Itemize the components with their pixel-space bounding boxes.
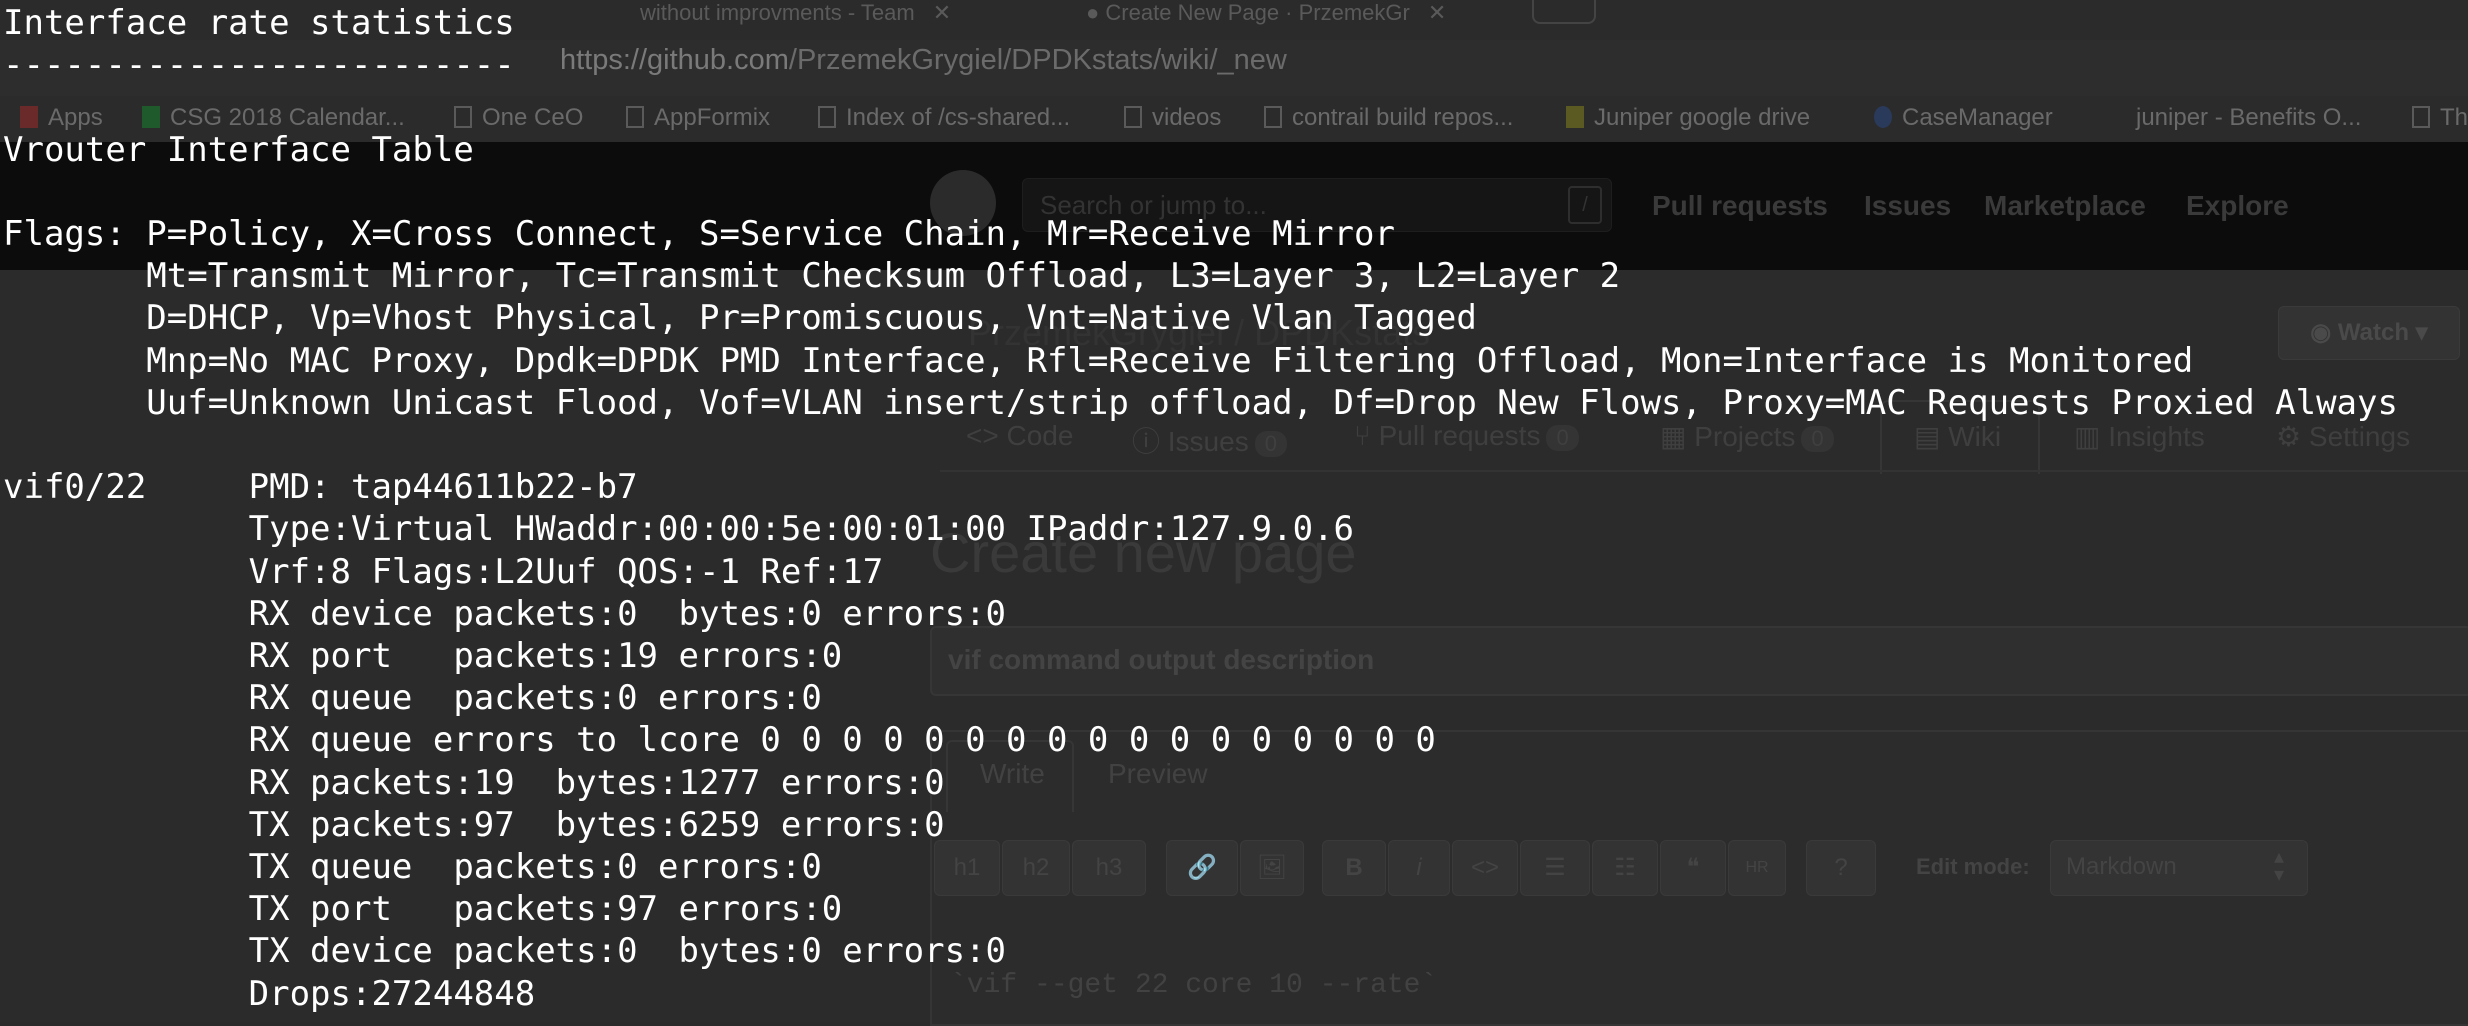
terminal-line: Flags: P=Policy, X=Cross Connect, S=Serv… bbox=[3, 214, 1395, 254]
terminal-line: TX packets:97 bytes:6259 errors:0 bbox=[3, 804, 945, 845]
terminal-line: Mt=Transmit Mirror, Tc=Transmit Checksum… bbox=[3, 256, 1621, 297]
terminal-line: TX queue packets:0 errors:0 bbox=[3, 847, 822, 887]
terminal-line: Type:Virtual HWaddr:00:00:5e:00:01:00 IP… bbox=[3, 509, 1355, 550]
terminal-line: RX queue packets:0 errors:0 bbox=[3, 678, 822, 719]
terminal-line: Vrf:8 Flags:L2Uuf QOS:-1 Ref:17 bbox=[3, 551, 884, 592]
terminal-line: TX device packets:0 bytes:0 errors:0 bbox=[3, 931, 1007, 972]
terminal-line: Drops:27244848 bbox=[3, 973, 536, 1014]
terminal-output: Interface rate statistics ---------------… bbox=[0, 0, 2468, 1022]
terminal-line: vif0/22 PMD: tap44611b22-b7 bbox=[3, 467, 638, 508]
terminal-line: RX queue errors to lcore 0 0 0 0 0 0 0 0… bbox=[3, 720, 1436, 761]
terminal-line: RX device packets:0 bytes:0 errors:0 bbox=[3, 593, 1007, 634]
terminal-line: D=DHCP, Vp=Vhost Physical, Pr=Promiscuou… bbox=[3, 298, 1477, 339]
terminal-line: ------------------------- bbox=[3, 45, 515, 86]
terminal-line: RX packets:19 bytes:1277 errors:0 bbox=[3, 762, 945, 803]
terminal-line: Vrouter Interface Table bbox=[3, 129, 474, 170]
terminal-line: Uuf=Unknown Unicast Flood, Vof=VLAN inse… bbox=[3, 382, 2398, 423]
terminal-line: TX port packets:97 errors:0 bbox=[3, 889, 843, 930]
terminal-line: Interface rate statistics bbox=[3, 3, 515, 43]
terminal-line: RX port packets:19 errors:0 bbox=[3, 636, 843, 676]
terminal-line: Mnp=No MAC Proxy, Dpdk=DPDK PMD Interfac… bbox=[3, 340, 2194, 381]
